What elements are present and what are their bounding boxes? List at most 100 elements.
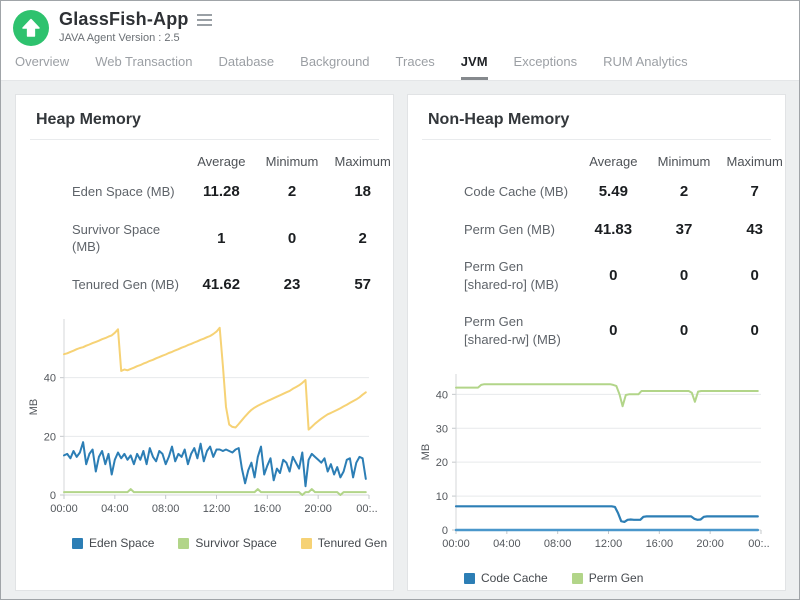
min-value: 2	[257, 173, 328, 211]
app-logo	[13, 10, 49, 46]
legend-item-eden-space[interactable]: Eden Space	[72, 536, 154, 550]
max-value: 0	[719, 248, 785, 303]
nonheap-panel-title: Non-Heap Memory	[408, 111, 785, 139]
table-row: Perm Gen [shared-rw] (MB) 0 0 0	[428, 303, 785, 358]
svg-text:0: 0	[50, 490, 56, 502]
min-value: 37	[649, 211, 720, 249]
col-minimum: Minimum	[257, 146, 328, 173]
tab-background[interactable]: Background	[300, 48, 369, 80]
legend-swatch	[301, 538, 312, 549]
row-label: Perm Gen (MB)	[428, 211, 578, 249]
legend-label: Perm Gen	[589, 571, 644, 585]
tab-overview[interactable]: Overview	[15, 48, 69, 80]
max-value: 18	[327, 173, 393, 211]
up-arrow-icon	[13, 10, 49, 46]
row-label: Eden Space (MB)	[36, 173, 186, 211]
col-minimum: Minimum	[649, 146, 720, 173]
svg-text:20: 20	[436, 457, 448, 469]
legend-item-perm-gen[interactable]: Perm Gen	[572, 571, 644, 585]
max-value: 57	[327, 266, 393, 304]
legend-label: Survivor Space	[195, 536, 276, 550]
col-average: Average	[578, 146, 649, 173]
svg-text:08:00: 08:00	[544, 538, 572, 550]
legend-swatch	[178, 538, 189, 549]
avg-value: 41.83	[578, 211, 649, 249]
row-label: Perm Gen [shared-ro] (MB)	[428, 248, 578, 303]
divider	[30, 139, 379, 140]
menu-icon[interactable]	[195, 12, 214, 28]
max-value: 0	[719, 303, 785, 358]
legend-item-tenured-gen[interactable]: Tenured Gen	[301, 536, 387, 550]
legend-swatch	[72, 538, 83, 549]
tab-rum-analytics[interactable]: RUM Analytics	[603, 48, 688, 80]
min-value: 23	[257, 266, 328, 304]
nonheap-chart-legend: Code CachePerm GenPerm Gen [shared-ro]Pe…	[464, 571, 785, 591]
legend-swatch	[572, 573, 583, 584]
avg-value: 11.28	[186, 173, 257, 211]
max-value: 43	[719, 211, 785, 249]
col-maximum: Maximum	[719, 146, 785, 173]
avg-value: 1	[186, 211, 257, 266]
legend-swatch	[464, 573, 475, 584]
app-title: GlassFish-App	[59, 9, 189, 30]
svg-text:00:..: 00:..	[356, 503, 377, 515]
min-value: 2	[649, 173, 720, 211]
app-window: GlassFish-App JAVA Agent Version : 2.5 O…	[0, 0, 800, 600]
max-value: 2	[327, 211, 393, 266]
avg-value: 0	[578, 248, 649, 303]
row-label: Code Cache (MB)	[428, 173, 578, 211]
min-value: 0	[649, 303, 720, 358]
max-value: 7	[719, 173, 785, 211]
svg-text:0: 0	[442, 525, 448, 537]
legend-item-survivor-space[interactable]: Survivor Space	[178, 536, 276, 550]
legend-label: Code Cache	[481, 571, 548, 585]
table-row: Tenured Gen (MB) 41.62 23 57	[36, 266, 393, 304]
svg-text:16:00: 16:00	[646, 538, 674, 550]
col-maximum: Maximum	[327, 146, 393, 173]
svg-text:00:00: 00:00	[50, 503, 78, 515]
legend-item-code-cache[interactable]: Code Cache	[464, 571, 548, 585]
svg-text:40: 40	[44, 373, 56, 385]
tab-database[interactable]: Database	[219, 48, 275, 80]
app-header: GlassFish-App JAVA Agent Version : 2.5	[1, 1, 799, 48]
svg-text:MB: MB	[420, 444, 432, 461]
svg-text:12:00: 12:00	[203, 503, 231, 515]
svg-text:20: 20	[44, 432, 56, 444]
svg-text:20:00: 20:00	[304, 503, 332, 515]
row-label: Survivor Space (MB)	[36, 211, 186, 266]
tab-exceptions[interactable]: Exceptions	[514, 48, 578, 80]
avg-value: 0	[578, 303, 649, 358]
svg-text:10: 10	[436, 491, 448, 503]
svg-text:MB: MB	[28, 399, 40, 416]
legend-label: Eden Space	[89, 536, 154, 550]
table-row: Survivor Space (MB) 1 0 2	[36, 211, 393, 266]
avg-value: 5.49	[578, 173, 649, 211]
nonheap-stats-table: Average Minimum Maximum Code Cache (MB) …	[408, 146, 785, 358]
table-row: Eden Space (MB) 11.28 2 18	[36, 173, 393, 211]
svg-text:12:00: 12:00	[595, 538, 623, 550]
agent-version: JAVA Agent Version : 2.5	[59, 32, 214, 44]
svg-text:16:00: 16:00	[254, 503, 282, 515]
svg-text:30: 30	[436, 424, 448, 436]
row-label: Perm Gen [shared-rw] (MB)	[428, 303, 578, 358]
svg-text:00:00: 00:00	[442, 538, 470, 550]
tab-bar: Overview Web Transaction Database Backgroun…	[1, 48, 799, 81]
table-row: Perm Gen (MB) 41.83 37 43	[428, 211, 785, 249]
svg-text:40: 40	[436, 390, 448, 402]
min-value: 0	[257, 211, 328, 266]
heap-chart-legend: Eden Space Survivor Space Tenured Gen	[72, 536, 393, 550]
heap-memory-chart[interactable]: 02040MB00:0004:0008:0012:0016:0020:0000:…	[26, 311, 393, 526]
tab-jvm[interactable]: JVM	[461, 48, 488, 80]
tab-web-transaction[interactable]: Web Transaction	[95, 48, 192, 80]
heap-memory-panel: Heap Memory Average Minimum Maximum Eden…	[15, 94, 394, 591]
tab-traces[interactable]: Traces	[396, 48, 435, 80]
table-row: Perm Gen [shared-ro] (MB) 0 0 0	[428, 248, 785, 303]
divider	[422, 139, 771, 140]
nonheap-memory-chart[interactable]: 010203040MB00:0004:0008:0012:0016:0020:0…	[418, 366, 785, 561]
heap-panel-title: Heap Memory	[16, 111, 393, 139]
row-label: Tenured Gen (MB)	[36, 266, 186, 304]
svg-text:20:00: 20:00	[696, 538, 724, 550]
min-value: 0	[649, 248, 720, 303]
table-row: Code Cache (MB) 5.49 2 7	[428, 173, 785, 211]
svg-text:08:00: 08:00	[152, 503, 180, 515]
